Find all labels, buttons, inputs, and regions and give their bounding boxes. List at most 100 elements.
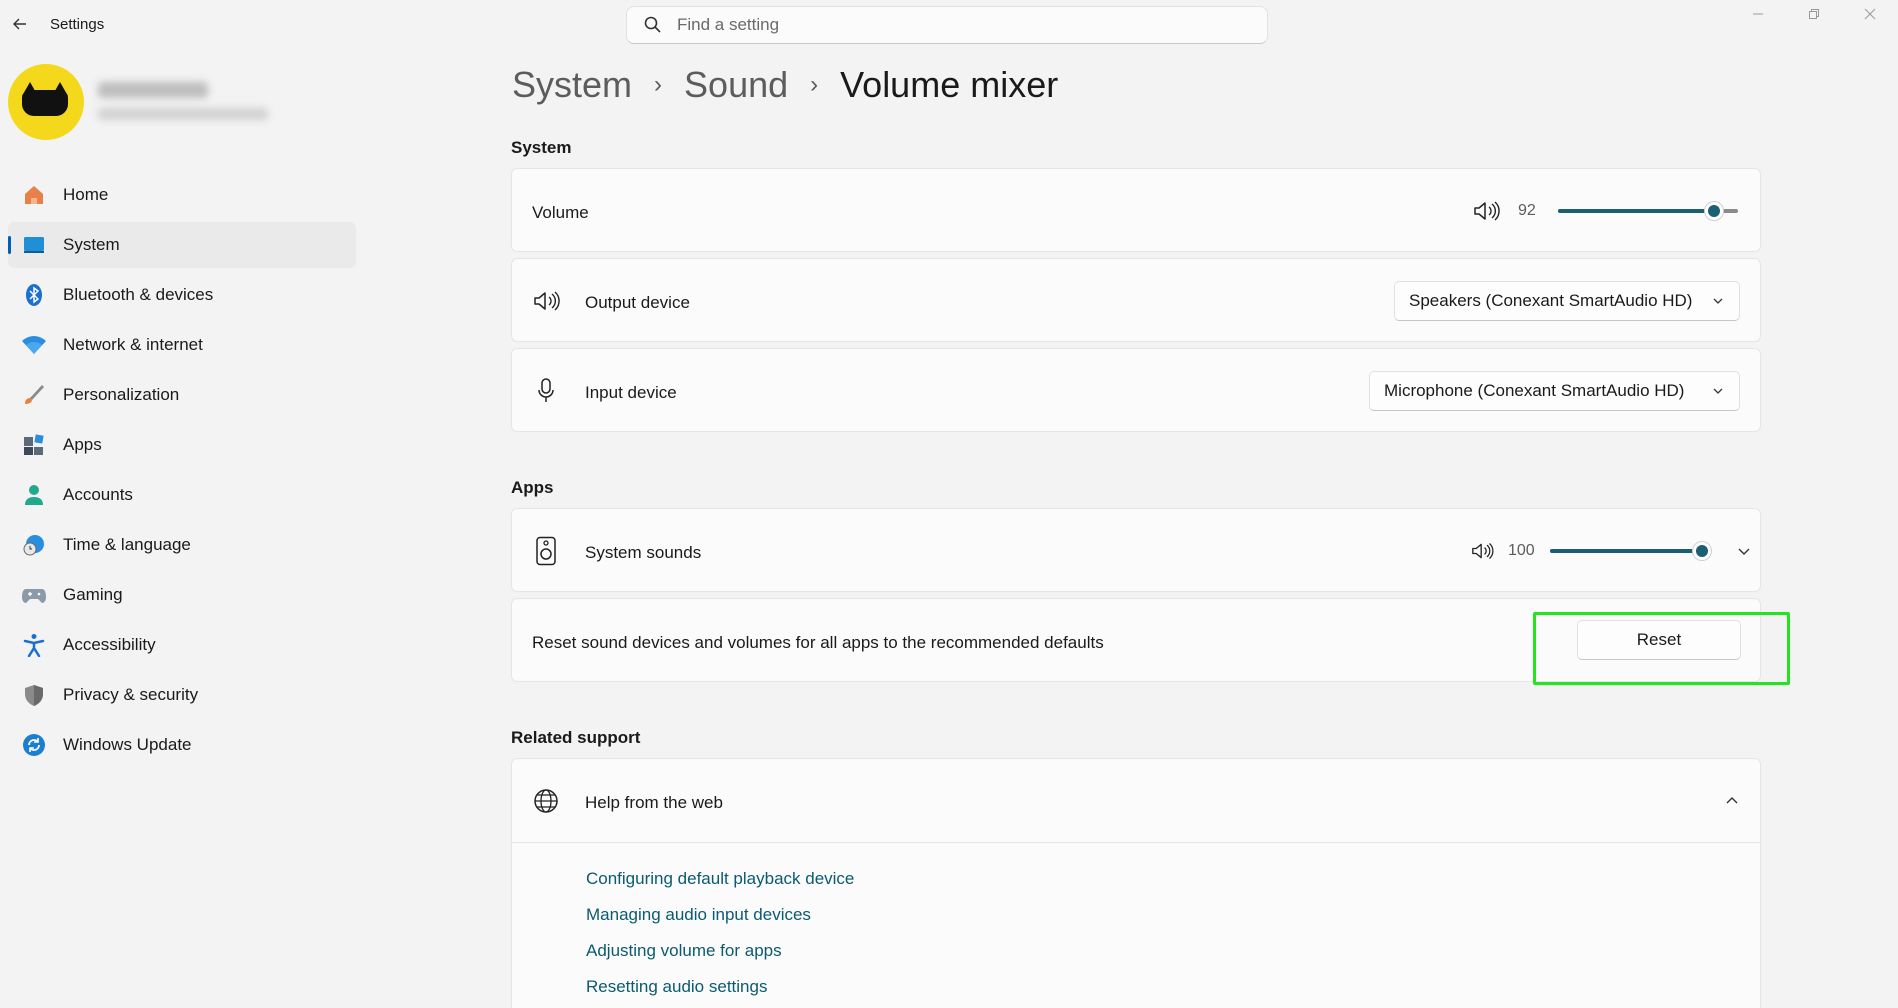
search-input[interactable]: [677, 15, 1237, 35]
person-icon: [20, 481, 48, 509]
volume-slider-thumb[interactable]: [1703, 201, 1724, 221]
sidebar-item-accounts[interactable]: Accounts: [8, 472, 356, 518]
back-arrow-icon: [13, 18, 26, 30]
volume-card: Volume 92: [511, 168, 1761, 252]
system-sounds-label: System sounds: [585, 543, 702, 562]
bluetooth-icon: [20, 281, 48, 309]
chevron-down-icon: [1713, 388, 1723, 394]
globe-icon: [532, 787, 560, 815]
chevron-up-icon[interactable]: [1724, 793, 1740, 809]
input-device-value: Microphone (Conexant SmartAudio HD): [1384, 381, 1685, 400]
minimize-icon: [1753, 13, 1763, 15]
sidebar-nav: Home System Bluetooth & devices Network …: [8, 172, 356, 772]
sidebar-item-system[interactable]: System: [8, 222, 356, 268]
help-from-web-label: Help from the web: [585, 793, 723, 812]
system-icon: [20, 231, 48, 259]
accessibility-icon: [20, 631, 48, 659]
chevron-down-icon[interactable]: [1736, 543, 1752, 559]
minimize-button[interactable]: [1730, 0, 1786, 28]
profile-email-blurred: [98, 108, 268, 120]
profile-name-blurred: [98, 82, 208, 98]
app-title: Settings: [50, 16, 105, 33]
sidebar-item-home[interactable]: Home: [8, 172, 356, 218]
sidebar-item-label: Personalization: [63, 385, 180, 404]
link-managing-input[interactable]: Managing audio input devices: [586, 905, 811, 925]
close-icon: [1864, 8, 1876, 20]
sidebar-item-network[interactable]: Network & internet: [8, 322, 356, 368]
volume-label: Volume: [532, 203, 589, 222]
avatar[interactable]: [8, 64, 84, 140]
apps-icon: [20, 431, 48, 459]
restore-icon: [1809, 9, 1819, 19]
window-controls: [1730, 0, 1898, 32]
system-sounds-speaker-icon: [532, 536, 560, 566]
sidebar-item-label: Home: [63, 185, 109, 204]
sidebar-item-label: Time & language: [63, 535, 191, 554]
sidebar-item-label: Accessibility: [63, 635, 156, 654]
output-device-label: Output device: [585, 293, 690, 312]
controller-icon: [20, 581, 48, 609]
input-device-dropdown[interactable]: Microphone (Conexant SmartAudio HD): [1369, 371, 1740, 411]
back-button[interactable]: [8, 12, 32, 36]
microphone-icon: [532, 377, 560, 405]
input-device-card: Input device Microphone (Conexant SmartA…: [511, 348, 1761, 432]
avatar-cat-image: [22, 90, 68, 116]
wifi-icon: [20, 331, 48, 359]
sidebar-item-time-language[interactable]: Time & language: [8, 522, 356, 568]
search-icon: [644, 16, 661, 33]
system-sounds-volume-control: 100: [1470, 539, 1752, 563]
sidebar-item-gaming[interactable]: Gaming: [8, 572, 356, 618]
system-sounds-value: 100: [1508, 542, 1535, 559]
sidebar-item-privacy[interactable]: Privacy & security: [8, 672, 356, 718]
link-resetting-audio[interactable]: Resetting audio settings: [586, 977, 767, 997]
sidebar-item-apps[interactable]: Apps: [8, 422, 356, 468]
sidebar-item-label: Network & internet: [63, 335, 203, 354]
system-sounds-slider-fill: [1550, 549, 1702, 553]
system-sounds-slider-thumb[interactable]: [1692, 541, 1712, 561]
master-volume-control: 92: [1472, 199, 1738, 223]
sidebar-item-label: Windows Update: [63, 735, 192, 754]
brush-icon: [20, 381, 48, 409]
shield-icon: [20, 681, 48, 709]
sidebar-item-bluetooth[interactable]: Bluetooth & devices: [8, 272, 356, 318]
home-icon: [20, 181, 48, 209]
section-title-system: System: [511, 138, 572, 157]
breadcrumb-sound[interactable]: Sound: [684, 64, 788, 106]
title-bar: Settings: [0, 0, 1898, 48]
volume-slider[interactable]: [1558, 201, 1738, 221]
update-icon: [20, 731, 48, 759]
highlight-box: [1533, 612, 1790, 685]
link-adjusting-volume[interactable]: Adjusting volume for apps: [586, 941, 782, 961]
output-device-value: Speakers (Conexant SmartAudio HD): [1409, 291, 1693, 310]
sidebar-item-personalization[interactable]: Personalization: [8, 372, 356, 418]
chevron-down-icon: [1713, 298, 1723, 304]
search-box[interactable]: [626, 6, 1268, 44]
output-device-card: Output device Speakers (Conexant SmartAu…: [511, 258, 1761, 342]
section-title-apps: Apps: [511, 478, 554, 497]
breadcrumb: System › Sound › Volume mixer: [512, 64, 1058, 106]
sidebar-item-label: Accounts: [63, 485, 133, 504]
sidebar-item-label: Apps: [63, 435, 102, 454]
output-device-dropdown[interactable]: Speakers (Conexant SmartAudio HD): [1394, 281, 1740, 321]
volume-slider-fill: [1558, 209, 1714, 213]
breadcrumb-separator: ›: [810, 71, 819, 98]
system-sounds-slider[interactable]: [1550, 541, 1712, 561]
breadcrumb-separator: ›: [654, 71, 663, 98]
sidebar-item-label: Privacy & security: [63, 685, 199, 704]
restore-button[interactable]: [1786, 0, 1842, 28]
close-button[interactable]: [1842, 0, 1898, 28]
speaker-icon[interactable]: [1472, 199, 1500, 223]
sidebar-item-windows-update[interactable]: Windows Update: [8, 722, 356, 768]
link-configuring-playback[interactable]: Configuring default playback device: [586, 869, 854, 889]
page-title: Volume mixer: [840, 64, 1059, 105]
help-from-web-header[interactable]: Help from the web: [512, 759, 1760, 843]
section-title-related-support: Related support: [511, 728, 641, 747]
speaker-icon[interactable]: [1470, 541, 1494, 561]
sidebar-item-label: Gaming: [63, 585, 123, 604]
volume-value: 92: [1518, 202, 1536, 219]
sidebar-item-accessibility[interactable]: Accessibility: [8, 622, 356, 668]
globe-clock-icon: [20, 531, 48, 559]
breadcrumb-system[interactable]: System: [512, 64, 632, 106]
system-sounds-card[interactable]: System sounds 100: [511, 508, 1761, 592]
speaker-icon: [532, 287, 560, 315]
